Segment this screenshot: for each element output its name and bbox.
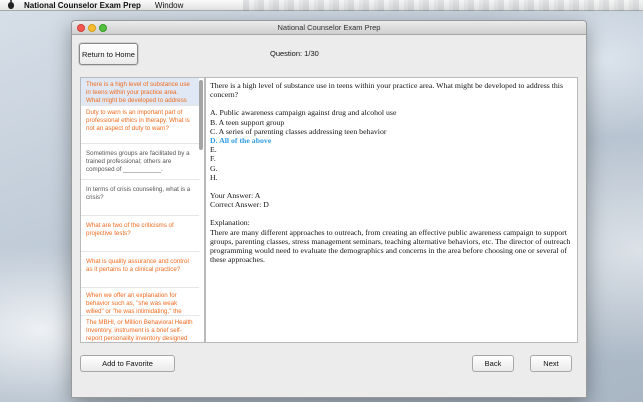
question-list-scrollbar[interactable]	[199, 80, 203, 150]
question-list-item[interactable]: Duty to warn is an important part of pro…	[81, 106, 199, 144]
next-button[interactable]: Next	[530, 355, 572, 372]
answer-option-c: C. A series of parenting classes address…	[210, 126, 387, 136]
question-counter: Question: 1/30	[270, 49, 319, 58]
question-list-item[interactable]: Sometimes groups are facilitated by a tr…	[81, 144, 199, 180]
correct-answer: Correct Answer: D	[210, 200, 269, 210]
question-list-item[interactable]: What is quality assurance and control as…	[81, 252, 199, 288]
app-window: National Counselor Exam Prep Return to H…	[71, 20, 587, 398]
back-button[interactable]: Back	[472, 355, 514, 372]
window-content: Return to Home Question: 1/30 There is a…	[72, 35, 586, 397]
question-list-item[interactable]: In terms of crisis counseling, what is a…	[81, 180, 199, 216]
question-list-item[interactable]: What are two of the criticisms of projec…	[81, 216, 199, 252]
answer-option-g: G.	[210, 163, 218, 173]
explanation-text: There are many different approaches to o…	[210, 227, 571, 265]
question-list[interactable]: There is a high level of substance use i…	[80, 77, 205, 343]
answer-option-f: F.	[210, 154, 216, 164]
minimize-window-icon[interactable]	[88, 24, 96, 32]
menu-bar: National Counselor Exam Prep Window	[0, 0, 643, 11]
answer-option-d-correct: D. All of the above	[210, 136, 272, 146]
window-title: National Counselor Exam Prep	[277, 23, 381, 32]
question-detail-panel: There is a high level of substance use i…	[205, 77, 578, 343]
menu-app-name[interactable]: National Counselor Exam Prep	[24, 1, 141, 10]
return-to-home-button[interactable]: Return to Home	[79, 43, 138, 65]
close-window-icon[interactable]	[77, 24, 85, 32]
title-bar[interactable]: National Counselor Exam Prep	[72, 21, 586, 35]
answer-option-e: E.	[210, 145, 217, 155]
question-list-item[interactable]: The MBHI, or Million Behavioral Health I…	[81, 316, 199, 342]
question-list-item[interactable]: When we offer an explanation for behavio…	[81, 288, 199, 316]
add-to-favorite-button[interactable]: Add to Favorite	[80, 355, 175, 372]
window-controls	[77, 24, 107, 32]
zoom-window-icon[interactable]	[99, 24, 107, 32]
question-text: There is a high level of substance use i…	[210, 81, 563, 100]
answer-option-b: B. A teen support group	[210, 117, 285, 127]
apple-icon[interactable]	[8, 0, 14, 9]
menu-item-window[interactable]: Window	[155, 1, 183, 10]
explanation-label: Explanation:	[210, 218, 250, 228]
answer-option-h: H.	[210, 172, 218, 182]
your-answer: Your Answer: A	[210, 191, 261, 201]
question-list-item[interactable]: There is a high level of substance use i…	[81, 78, 199, 106]
answer-option-a: A. Public awareness campaign against dru…	[210, 108, 397, 118]
menu-extras-blurred	[243, 0, 643, 11]
